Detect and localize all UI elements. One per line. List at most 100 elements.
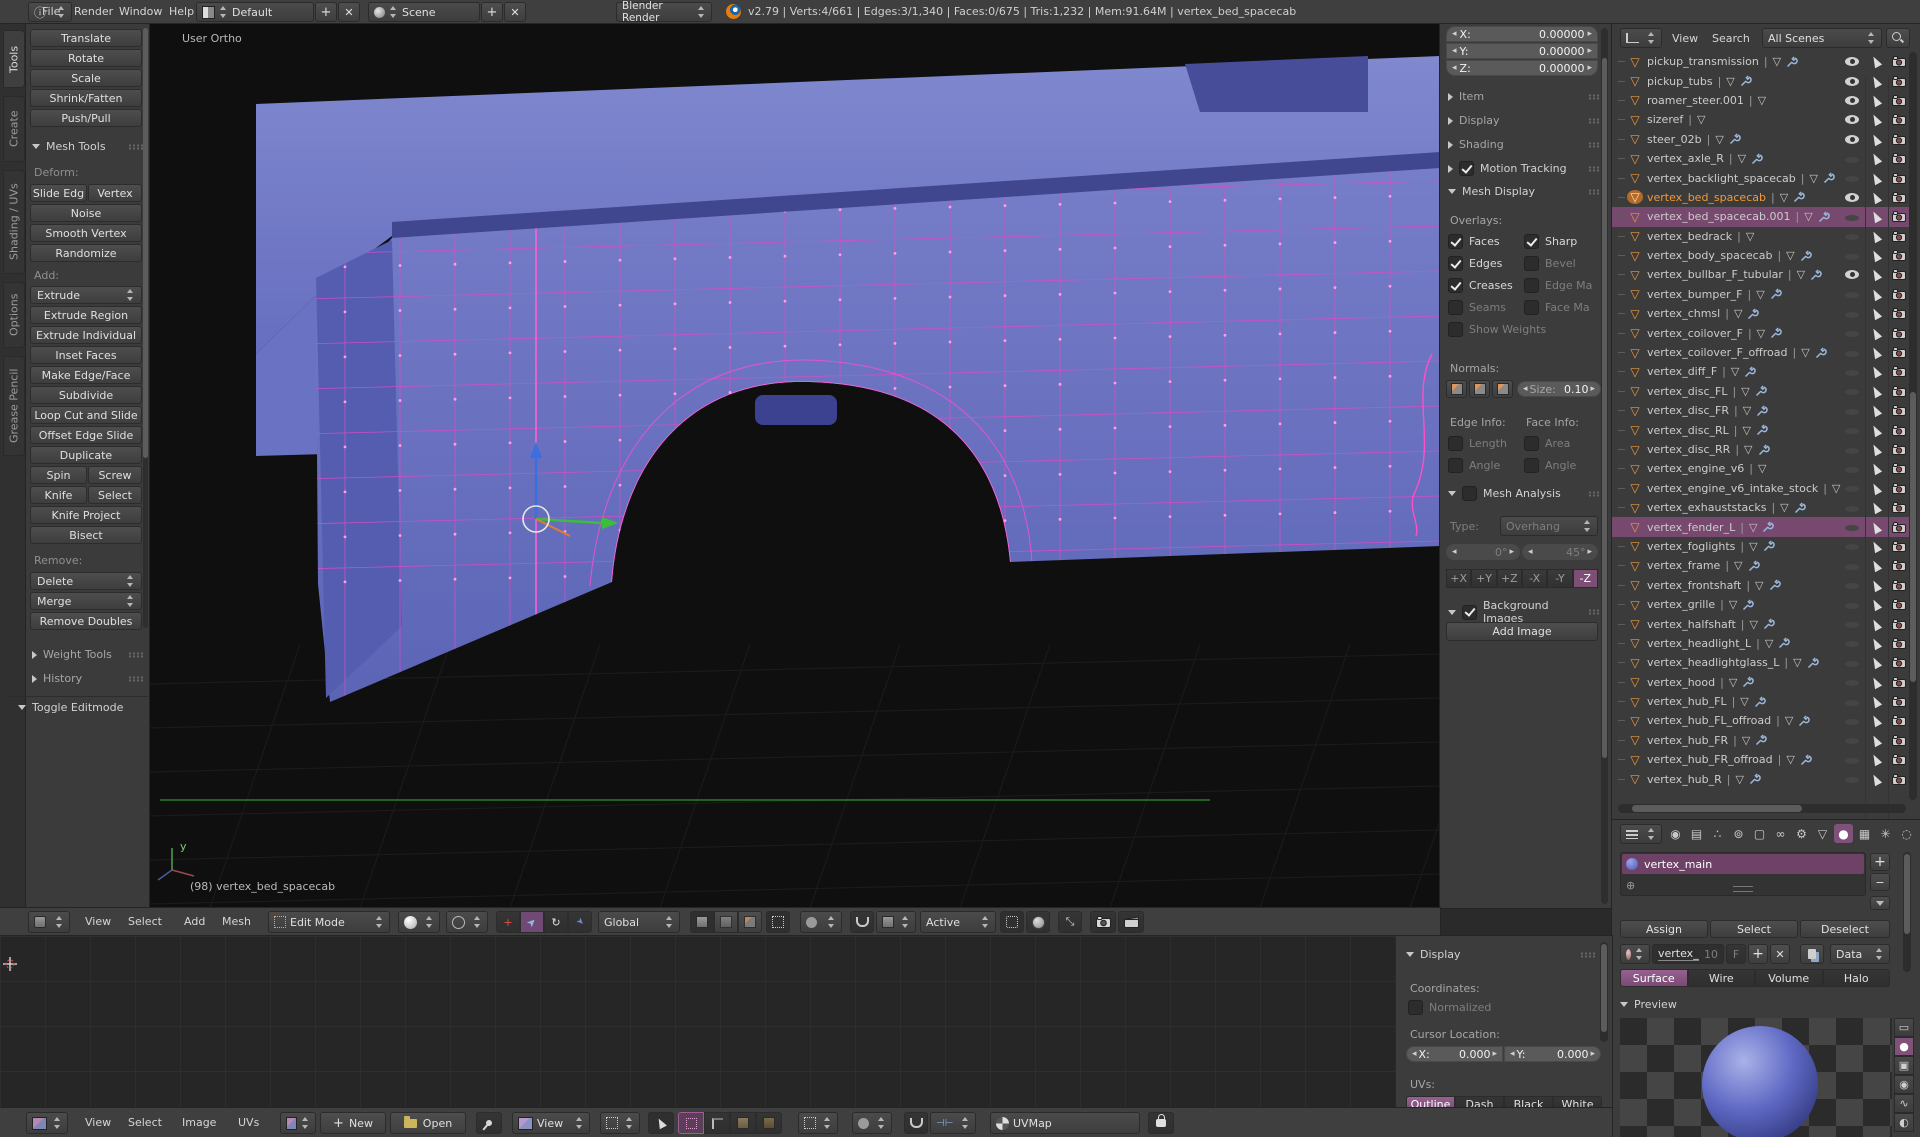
analysis-type-dropdown[interactable]: Overhang xyxy=(1500,516,1598,536)
outliner-row[interactable]: ▽vertex_grille|▽ xyxy=(1612,595,1912,614)
transform-x-slider[interactable]: ◂X: 0.00000▸ xyxy=(1446,26,1598,42)
close-layout-button[interactable]: ✕ xyxy=(338,2,360,22)
selectability-cursor-icon[interactable] xyxy=(1870,656,1882,669)
list-resize-grip[interactable] xyxy=(1733,886,1753,892)
selectability-cursor-icon[interactable] xyxy=(1870,94,1882,107)
material-browse-dropdown[interactable] xyxy=(1620,944,1650,964)
properties-tab-data[interactable]: ▽ xyxy=(1813,824,1832,843)
visibility-eye-icon[interactable] xyxy=(1845,544,1859,550)
type-tab-wire[interactable]: Wire xyxy=(1688,969,1756,987)
cursor-x-slider[interactable]: ◂X: 0.000▸ xyxy=(1406,1046,1503,1062)
renderability-camera-icon[interactable] xyxy=(1892,657,1906,668)
copy-material-button[interactable] xyxy=(1800,944,1824,964)
outliner-menu-search[interactable]: Search xyxy=(1712,32,1750,45)
knife-project-button[interactable]: Knife Project xyxy=(30,506,142,524)
visibility-eye-icon[interactable] xyxy=(1845,409,1859,415)
renderability-camera-icon[interactable] xyxy=(1892,231,1906,242)
preview-hair-button[interactable]: ∿ xyxy=(1894,1094,1914,1113)
manipulator-toggle-button[interactable]: + xyxy=(496,911,520,933)
push-pull-button[interactable]: Push/Pull xyxy=(30,109,142,127)
outliner-row[interactable]: ▽vertex_engine_v6_intake_stock|▽ xyxy=(1612,479,1912,498)
selectability-cursor-icon[interactable] xyxy=(1870,171,1882,184)
renderability-camera-icon[interactable] xyxy=(1892,754,1906,765)
visibility-eye-icon[interactable] xyxy=(1845,270,1859,279)
preview-monkey-button[interactable]: ◉ xyxy=(1894,1075,1914,1094)
selectability-cursor-icon[interactable] xyxy=(1870,714,1882,727)
type-tab-volume[interactable]: Volume xyxy=(1755,969,1823,987)
add-layout-button[interactable]: + xyxy=(315,2,337,22)
visibility-eye-icon[interactable] xyxy=(1845,351,1859,357)
motion-tracking-panel-header[interactable]: Motion Tracking xyxy=(1448,161,1604,176)
uv-snap-toggle-button[interactable] xyxy=(904,1112,928,1134)
image-open-button[interactable]: Open xyxy=(390,1112,466,1134)
selectability-cursor-icon[interactable] xyxy=(1870,288,1882,301)
uvmap-selector[interactable]: UVMap xyxy=(990,1112,1140,1134)
uv-display-panel-header[interactable]: Display xyxy=(1406,948,1596,961)
outliner-row[interactable]: ▽vertex_disc_FL|▽ xyxy=(1612,382,1912,401)
outliner-row[interactable]: ▽vertex_chmsl|▽ xyxy=(1612,304,1912,323)
renderability-camera-icon[interactable] xyxy=(1892,405,1906,416)
renderability-camera-icon[interactable] xyxy=(1892,347,1906,358)
outliner-row[interactable]: ▽vertex_hub_FR|▽ xyxy=(1612,731,1912,750)
slot-add-icon[interactable]: ⊕ xyxy=(1626,879,1635,892)
mesh-tools-panel-header[interactable]: Mesh Tools xyxy=(32,140,144,153)
transform-y-slider[interactable]: ◂Y: 0.00000▸ xyxy=(1446,43,1598,59)
selectability-cursor-icon[interactable] xyxy=(1870,113,1882,126)
normalized-toggle[interactable]: Normalized xyxy=(1408,1000,1491,1015)
renderability-camera-icon[interactable] xyxy=(1892,677,1906,688)
selectability-cursor-icon[interactable] xyxy=(1870,74,1882,87)
selectability-cursor-icon[interactable] xyxy=(1870,675,1882,688)
loop-cut-slide-button[interactable]: Loop Cut and Slide xyxy=(30,406,142,424)
visibility-eye-icon[interactable] xyxy=(1845,719,1859,725)
visibility-eye-icon[interactable] xyxy=(1845,312,1859,318)
screen-layout-selector[interactable]: Default xyxy=(196,2,314,22)
snap-toggle-button[interactable] xyxy=(850,911,874,933)
visibility-eye-icon[interactable] xyxy=(1845,603,1859,609)
preview-sphere-button[interactable]: ● xyxy=(1894,1037,1914,1056)
renderability-camera-icon[interactable] xyxy=(1892,289,1906,300)
renderability-camera-icon[interactable] xyxy=(1892,425,1906,436)
uv-mode-outline[interactable]: Outline xyxy=(1406,1096,1455,1108)
properties-tab-scene[interactable]: ∴ xyxy=(1708,824,1727,843)
material-slot-remove-button[interactable]: − xyxy=(1870,873,1890,891)
uv-menu-view[interactable]: View xyxy=(85,1116,111,1129)
uv-proportional-dropdown[interactable] xyxy=(852,1112,892,1134)
selectability-cursor-icon[interactable] xyxy=(1870,482,1882,495)
image-new-button[interactable]: +New xyxy=(320,1112,386,1134)
material-name-field[interactable]: vertex_ 10 xyxy=(1652,944,1724,964)
visibility-eye-icon[interactable] xyxy=(1845,115,1859,124)
renderability-camera-icon[interactable] xyxy=(1892,522,1906,533)
visibility-eye-icon[interactable] xyxy=(1845,234,1859,240)
proportional-edit-dropdown[interactable] xyxy=(800,911,842,933)
outliner-row[interactable]: ▽vertex_bullbar_F_tubular|▽ xyxy=(1612,265,1912,284)
uv-island-mode-button[interactable] xyxy=(756,1112,782,1134)
visibility-eye-icon[interactable] xyxy=(1845,193,1859,202)
selectability-cursor-icon[interactable] xyxy=(1870,210,1882,223)
selectability-cursor-icon[interactable] xyxy=(1870,559,1882,572)
outliner-row[interactable]: ▽vertex_disc_RR|▽ xyxy=(1612,440,1912,459)
manipulator-scale-button[interactable]: ➤ xyxy=(568,911,592,933)
vertex-slide-button[interactable]: Vertex xyxy=(88,184,142,202)
deselect-button[interactable]: Deselect xyxy=(1800,920,1890,938)
viewport-3d[interactable]: User Ortho y (98) vertex_bed_spacecab xyxy=(150,24,1440,908)
selectability-cursor-icon[interactable] xyxy=(1870,191,1882,204)
extrude-individual-button[interactable]: Extrude Individual xyxy=(30,326,142,344)
visibility-eye-icon[interactable] xyxy=(1845,486,1859,492)
renderability-camera-icon[interactable] xyxy=(1892,95,1906,106)
selectability-cursor-icon[interactable] xyxy=(1870,695,1882,708)
uvmap-lock-button[interactable] xyxy=(1148,1112,1174,1134)
outliner-row[interactable]: ▽vertex_disc_RL|▽ xyxy=(1612,420,1912,439)
renderability-camera-icon[interactable] xyxy=(1892,134,1906,145)
selectability-cursor-icon[interactable] xyxy=(1870,249,1882,262)
overlay-toggle-face-ma[interactable]: Face Ma xyxy=(1524,300,1590,315)
overlay-toggle-bevel[interactable]: Bevel xyxy=(1524,256,1576,271)
uv-snap-element-dropdown[interactable]: ⊣⊢ xyxy=(930,1112,976,1134)
outliner-h-scrollbar[interactable] xyxy=(1618,804,1906,813)
renderability-camera-icon[interactable] xyxy=(1892,444,1906,455)
scale-button[interactable]: Scale xyxy=(30,69,142,87)
renderability-camera-icon[interactable] xyxy=(1892,541,1906,552)
uv-mode-dash[interactable]: Dash xyxy=(1455,1096,1504,1108)
visibility-eye-icon[interactable] xyxy=(1845,389,1859,395)
outliner-row[interactable]: ▽vertex_fender_L|▽ xyxy=(1612,517,1912,536)
assign-button[interactable]: Assign xyxy=(1620,920,1708,938)
